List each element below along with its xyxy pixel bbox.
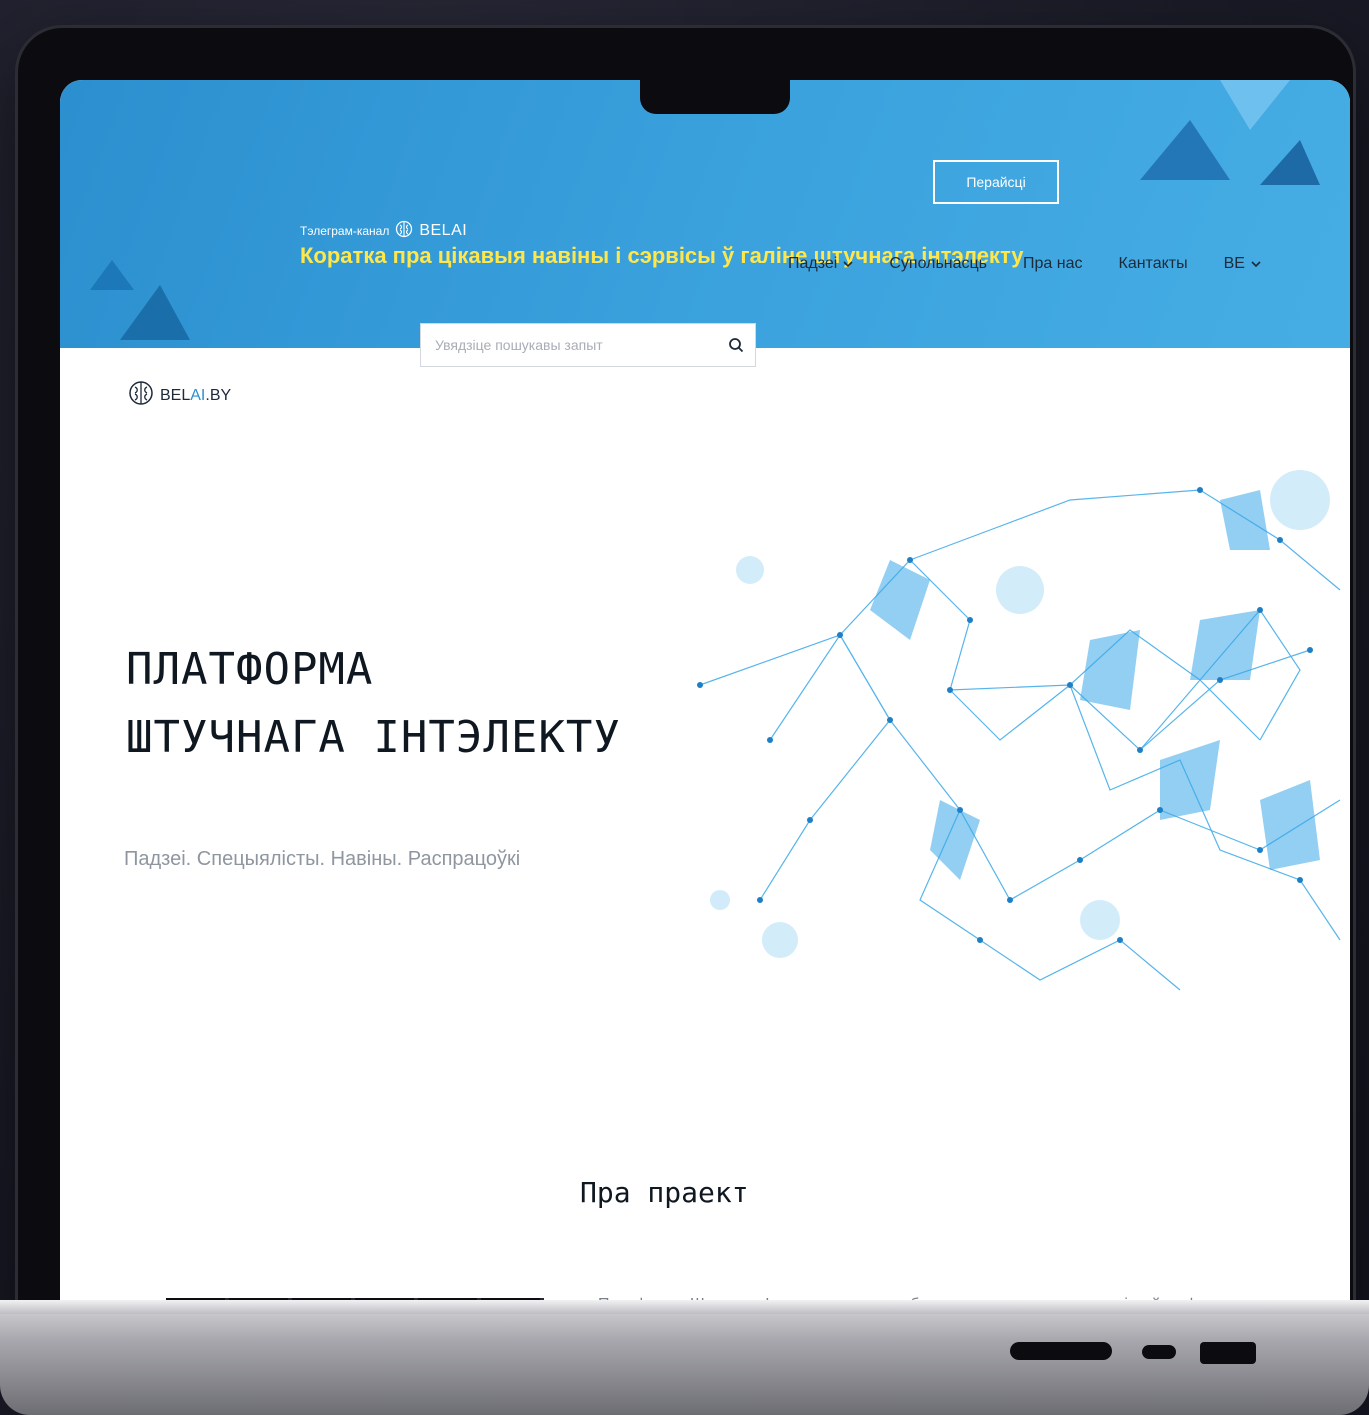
browser-screen: Тэлеграм-канал BELAI Коратка пра цікавыя… — [60, 80, 1350, 1342]
logo-suffix: .BY — [205, 386, 232, 404]
laptop-base-edge — [0, 1300, 1369, 1314]
logo-accent: AI — [190, 386, 206, 404]
main-nav: Падзеі Супольнасць Пра нас Кантакты BE — [788, 255, 1261, 273]
banner-decoration — [1220, 80, 1290, 130]
banner-decoration — [120, 285, 190, 340]
site-logo[interactable]: BELAI.BY — [128, 380, 231, 411]
chevron-down-icon — [843, 261, 853, 268]
ai-network-illustration — [697, 470, 1341, 991]
hero-title: ПЛАТФОРМА ШТУЧНАГА ІНТЭЛЕКТУ — [126, 636, 621, 772]
search-icon[interactable] — [717, 324, 755, 366]
brain-logo-icon — [395, 220, 413, 241]
banner-label-row: Тэлеграм-канал BELAI — [300, 220, 467, 241]
nav-label: Супольнасць — [889, 255, 988, 272]
language-label: BE — [1223, 255, 1245, 272]
nav-item-contacts[interactable]: Кантакты — [1119, 255, 1188, 273]
go-to-telegram-button[interactable]: Перайсці — [933, 160, 1059, 204]
hero-subtitle: Падзеі. Спецыялісты. Навіны. Распрацоўкі — [124, 848, 521, 870]
usb-c-port — [1142, 1345, 1176, 1359]
nav-label: Падзеі — [788, 255, 838, 272]
sd-card-slot — [1010, 1342, 1112, 1360]
logo-text: BELAI.BY — [160, 387, 231, 405]
camera-notch — [640, 80, 790, 114]
nav-label: Пра нас — [1023, 255, 1083, 272]
brain-logo-icon — [128, 380, 154, 411]
telegram-banner[interactable]: Тэлеграм-канал BELAI Коратка пра цікавыя… — [60, 80, 1350, 348]
chevron-down-icon — [1251, 261, 1261, 268]
logo-prefix: BEL — [160, 386, 191, 404]
nav-item-community[interactable]: Супольнасць — [889, 255, 987, 273]
laptop-lid: Тэлеграм-канал BELAI Коратка пра цікавыя… — [18, 28, 1353, 1342]
search-box — [420, 323, 756, 367]
banner-decoration — [1260, 140, 1320, 185]
banner-logo-text: BELAI — [419, 221, 468, 239]
nav-item-about[interactable]: Пра нас — [1023, 255, 1082, 273]
language-selector[interactable]: BE — [1224, 255, 1261, 273]
hdmi-port — [1200, 1342, 1256, 1364]
hero-title-line: ПЛАТФОРМА — [126, 644, 374, 695]
banner-label: Тэлеграм-канал — [300, 223, 390, 238]
banner-decoration — [1140, 120, 1230, 180]
nav-item-events[interactable]: Падзеі — [788, 255, 853, 273]
hero-title-line: ШТУЧНАГА ІНТЭЛЕКТУ — [126, 712, 621, 763]
search-input[interactable] — [421, 324, 717, 366]
nav-label: Кантакты — [1118, 255, 1188, 272]
about-section-title: Пра праект — [580, 1176, 749, 1209]
